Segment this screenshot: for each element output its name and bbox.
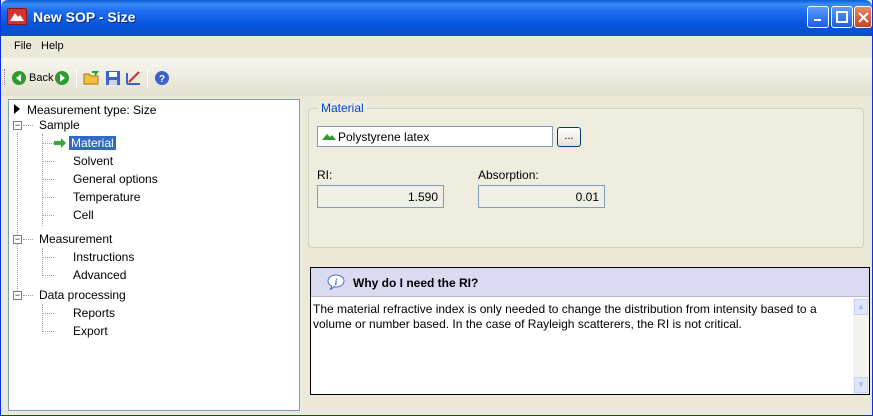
back-button[interactable]: Back	[11, 69, 53, 87]
tree-item-material[interactable]: Material	[69, 136, 116, 150]
absorption-label: Absorption:	[478, 168, 539, 182]
tree-item-reports[interactable]: Reports	[73, 306, 115, 320]
ri-label: RI:	[317, 168, 333, 182]
forward-button[interactable]	[54, 69, 70, 87]
maximize-button[interactable]	[831, 6, 853, 28]
back-label: Back	[29, 72, 54, 84]
menu-bar: File Help	[1, 36, 872, 58]
forward-arrow-icon	[55, 71, 69, 85]
help-button[interactable]: ?	[154, 69, 170, 87]
tree-line	[42, 197, 54, 198]
material-type-icon	[322, 134, 336, 140]
browse-material-button[interactable]: ...	[557, 127, 581, 147]
tree-line	[42, 134, 43, 226]
app-logo-icon	[7, 8, 27, 25]
tree-item-sample[interactable]: Sample	[39, 118, 80, 132]
tree-line	[17, 133, 18, 291]
window-title: New SOP - Size	[33, 9, 136, 25]
current-arrow-icon	[54, 138, 66, 148]
ri-field[interactable]: 1.590	[317, 185, 444, 208]
help-panel: i Why do I need the RI? The material ref…	[310, 267, 870, 395]
material-group-label: Material	[318, 101, 367, 115]
tree-line	[42, 313, 54, 314]
tree-item-export[interactable]: Export	[73, 324, 108, 338]
absorption-field[interactable]: 0.01	[478, 185, 605, 208]
toolbar-separator	[147, 69, 148, 87]
menu-help[interactable]: Help	[41, 40, 64, 52]
help-title: Why do I need the RI?	[353, 276, 479, 290]
sop-tree: Measurement type: Size − Sample Material…	[8, 99, 300, 411]
toolbar: Back ?	[1, 58, 872, 96]
collapse-measurement-icon[interactable]: −	[13, 235, 22, 244]
back-arrow-icon	[12, 71, 26, 85]
tree-line	[42, 215, 54, 216]
close-button[interactable]	[854, 6, 872, 28]
minimize-button[interactable]	[807, 6, 829, 28]
tree-root: Measurement type: Size	[27, 103, 157, 117]
tree-item-general-options[interactable]: General options	[73, 172, 158, 186]
tree-item-data-processing[interactable]: Data processing	[39, 288, 126, 302]
material-group: Material Polystyrene latex ... RI: 1.590…	[308, 101, 864, 248]
tree-item-measurement[interactable]: Measurement	[39, 232, 112, 246]
current-item-triangle-icon	[14, 104, 20, 114]
maximize-icon	[836, 11, 848, 23]
help-text: The material refractive index is only ne…	[313, 302, 817, 331]
tree-line	[42, 257, 54, 258]
minimize-icon	[814, 19, 821, 21]
collapse-sample-icon[interactable]: −	[13, 121, 22, 130]
tree-line	[42, 275, 54, 276]
tree-line	[23, 125, 33, 126]
toolbar-separator	[76, 69, 77, 87]
scroll-up-icon[interactable]: ▲	[854, 299, 868, 315]
help-scrollbar[interactable]: ▲ ▼	[853, 298, 869, 394]
save-disk-icon	[106, 71, 120, 85]
save-button[interactable]	[105, 69, 121, 87]
tree-line	[42, 304, 43, 330]
tree-item-solvent[interactable]: Solvent	[73, 154, 113, 168]
menu-file[interactable]: File	[14, 40, 32, 52]
tree-item-temperature[interactable]: Temperature	[73, 190, 140, 204]
open-folder-icon	[83, 71, 99, 85]
settings-pane: Material Polystyrene latex ... RI: 1.590…	[302, 99, 872, 411]
help-header: i Why do I need the RI?	[311, 268, 869, 297]
close-icon	[857, 11, 869, 23]
tree-line	[42, 179, 54, 180]
edit-button[interactable]	[125, 69, 143, 87]
help-question-icon: ?	[155, 71, 169, 85]
sop-window: New SOP - Size File Help Back ? Measurem…	[0, 0, 873, 416]
material-value: Polystyrene latex	[338, 130, 430, 144]
tree-line	[42, 143, 54, 144]
tree-line	[42, 248, 43, 274]
info-bubble-icon: i	[327, 274, 345, 290]
tree-line	[42, 161, 54, 162]
svg-text:?: ?	[159, 74, 165, 85]
toolbar-grip[interactable]	[4, 69, 7, 85]
edit-chart-icon	[126, 71, 140, 85]
tree-line	[42, 331, 54, 332]
tree-item-advanced[interactable]: Advanced	[73, 268, 126, 282]
scroll-down-icon[interactable]: ▼	[854, 377, 868, 393]
open-button[interactable]	[83, 69, 101, 87]
tree-line	[23, 239, 33, 240]
tree-item-cell[interactable]: Cell	[73, 208, 94, 222]
material-field[interactable]: Polystyrene latex	[317, 126, 553, 147]
title-bar[interactable]: New SOP - Size	[1, 0, 872, 36]
tree-item-instructions[interactable]: Instructions	[73, 250, 134, 264]
collapse-data-processing-icon[interactable]: −	[13, 291, 22, 300]
tree-line	[23, 295, 33, 296]
